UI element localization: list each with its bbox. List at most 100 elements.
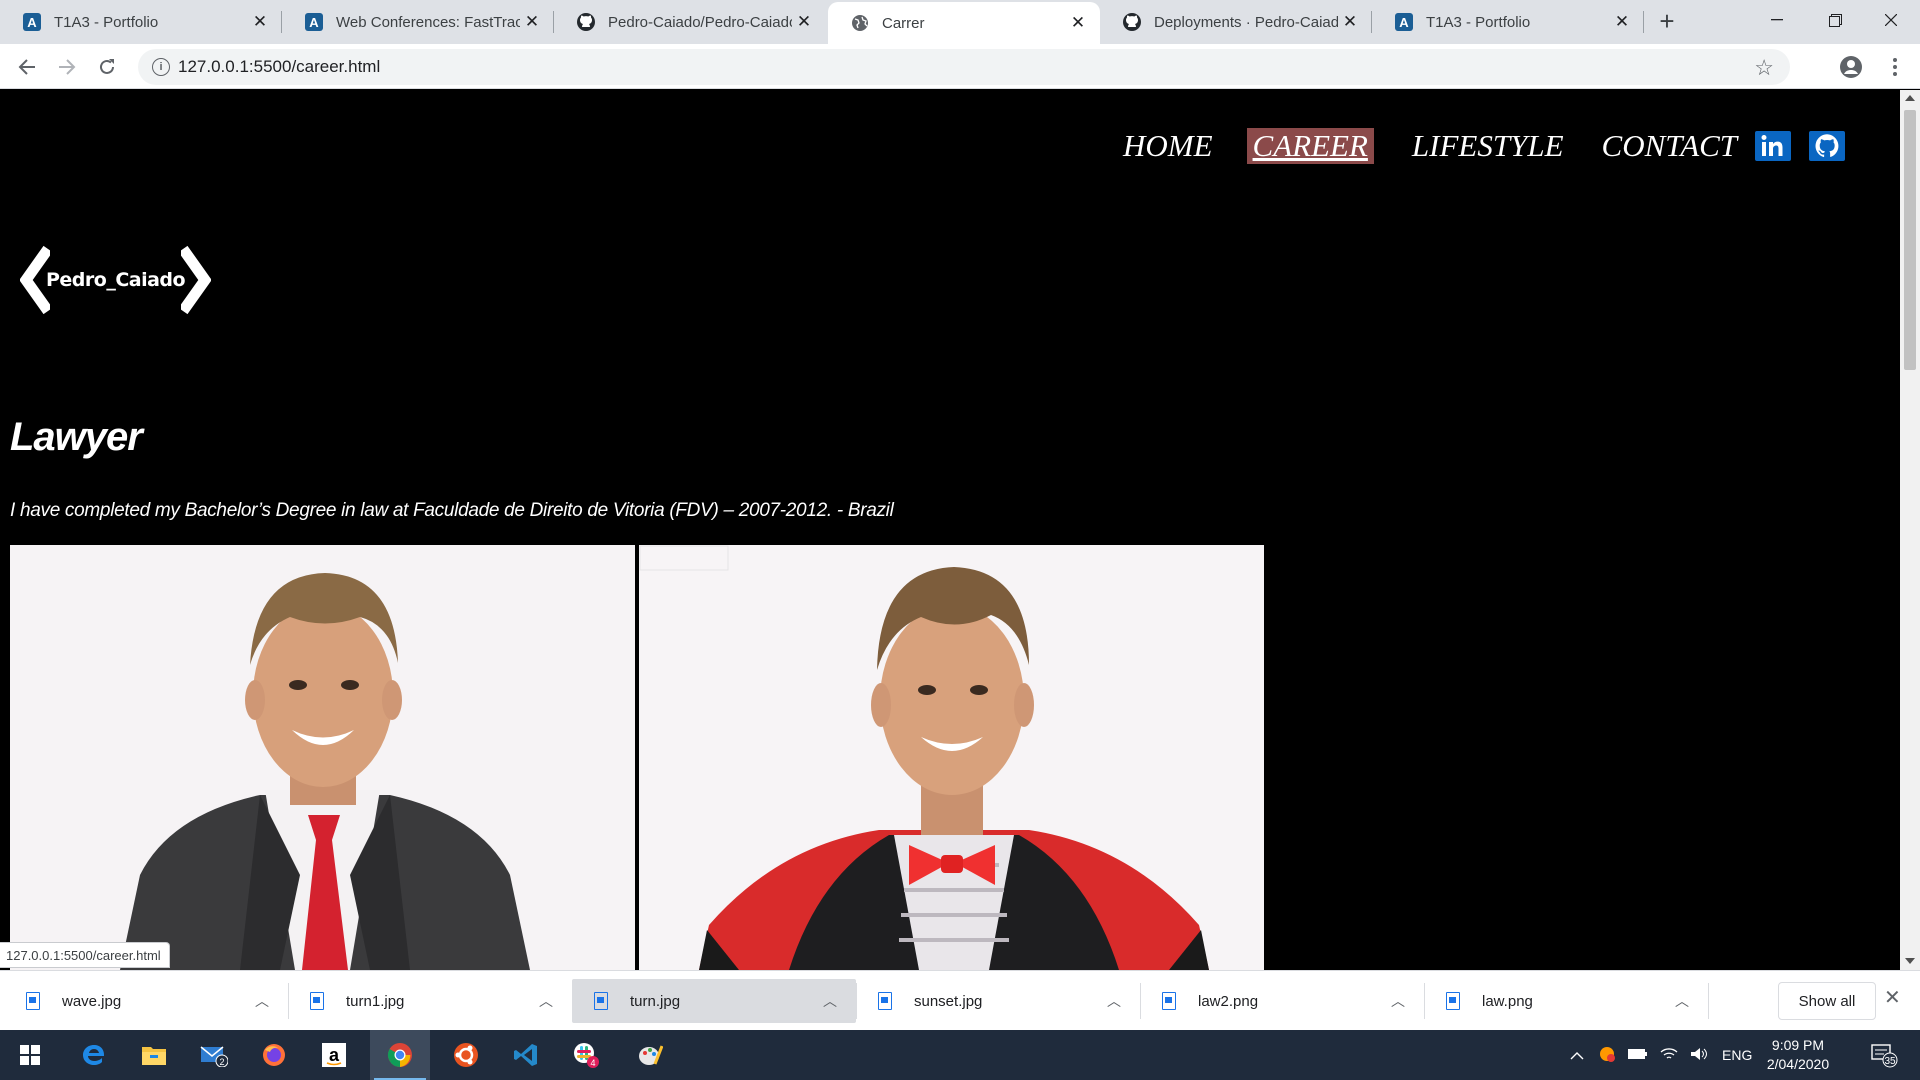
logo-text: Pedro_Caiado	[46, 269, 186, 291]
file-explorer-icon[interactable]	[124, 1030, 184, 1080]
github-favicon-icon	[576, 12, 596, 32]
slack-icon[interactable]: 4	[556, 1030, 616, 1080]
page-viewport: HOME CAREER LIFESTYLE CONTACT Pedro_Caia…	[0, 90, 1900, 970]
tab-web-conferences[interactable]: A Web Conferences: FastTrack ✕	[282, 0, 554, 44]
globe-favicon-icon	[850, 13, 870, 33]
windows-start-icon[interactable]	[0, 1030, 60, 1080]
tab-t1a3-portfolio-2[interactable]: A T1A3 - Portfolio ✕	[1372, 0, 1644, 44]
tab-title: Deployments · Pedro-Caiado	[1154, 13, 1338, 31]
close-download-bar-icon[interactable]: ✕	[1884, 985, 1901, 1010]
bookmark-star-icon[interactable]: ☆	[1754, 55, 1774, 81]
new-tab-plus-icon[interactable]: +	[1652, 8, 1682, 36]
download-filename: law2.png	[1198, 992, 1259, 1010]
scrollbar-thumb[interactable]	[1904, 110, 1916, 370]
profile-avatar-icon[interactable]	[1836, 52, 1866, 82]
info-icon[interactable]: i	[152, 58, 170, 76]
tab-carrer[interactable]: Carrer ✕	[828, 2, 1100, 44]
nav-home-link[interactable]: HOME	[1123, 128, 1213, 164]
reload-icon[interactable]	[92, 52, 122, 82]
scroll-down-icon[interactable]	[1905, 958, 1915, 964]
page-scrollbar[interactable]	[1900, 90, 1920, 970]
browser-toolbar: i 127.0.0.1:5500/career.html ☆	[0, 44, 1920, 89]
download-filename: turn.jpg	[630, 992, 681, 1010]
notifications-icon[interactable]: 35	[1856, 1030, 1912, 1080]
page-heading: Lawyer	[10, 415, 143, 459]
download-filename: sunset.jpg	[914, 992, 983, 1010]
browser-tab-strip: A T1A3 - Portfolio ✕ A Web Conferences: …	[0, 0, 1920, 44]
career-description: I have completed my Bachelor’s Degree in…	[10, 500, 894, 521]
chevron-up-icon[interactable]: ︿	[1102, 991, 1126, 1011]
atom-favicon-icon: A	[1394, 12, 1414, 32]
back-arrow-icon[interactable]	[12, 52, 42, 82]
clock[interactable]: 9:09 PM 2/04/2020	[1758, 1036, 1838, 1074]
tab-separator	[1643, 11, 1644, 33]
download-bar: wave.jpg ︿ turn1.jpg ︿ turn.jpg ︿ sunset…	[0, 970, 1920, 1030]
nav-contact-link[interactable]: CONTACT	[1602, 128, 1738, 164]
mail-icon[interactable]: 2	[184, 1030, 244, 1080]
close-tab-icon[interactable]: ✕	[1066, 13, 1090, 33]
svg-text:A: A	[309, 15, 319, 30]
chevron-up-icon[interactable]: ︿	[1670, 991, 1694, 1011]
github-icon[interactable]	[1809, 131, 1846, 161]
restore-icon[interactable]	[1806, 0, 1864, 40]
github-favicon-icon	[1122, 12, 1142, 32]
wifi-icon[interactable]	[1660, 1047, 1678, 1064]
tab-title: T1A3 - Portfolio	[1426, 13, 1531, 31]
mail-badge: 2	[219, 1057, 224, 1067]
window-close-icon[interactable]	[1862, 0, 1920, 40]
chrome-icon[interactable]	[370, 1030, 430, 1080]
forward-arrow-icon[interactable]	[52, 52, 82, 82]
chevron-up-icon[interactable]: ︿	[1386, 991, 1410, 1011]
vscode-icon[interactable]	[496, 1030, 556, 1080]
show-all-button[interactable]: Show all	[1778, 982, 1876, 1020]
download-item[interactable]: law2.png ︿	[1140, 979, 1424, 1023]
link-status-bubble: 127.0.0.1:5500/career.html	[0, 942, 170, 968]
tab-t1a3-portfolio[interactable]: A T1A3 - Portfolio ✕	[0, 0, 282, 44]
download-item[interactable]: wave.jpg ︿	[4, 979, 288, 1023]
right-chevron-logo-icon	[181, 245, 212, 315]
edge-browser-icon[interactable]	[64, 1030, 124, 1080]
linkedin-icon[interactable]	[1755, 131, 1792, 161]
image-file-icon	[1162, 992, 1176, 1010]
chevron-up-tray-icon[interactable]	[1570, 1047, 1584, 1063]
close-tab-icon[interactable]: ✕	[520, 12, 544, 32]
minimize-icon[interactable]	[1748, 0, 1806, 40]
scroll-up-icon[interactable]	[1905, 95, 1915, 101]
close-tab-icon[interactable]: ✕	[1610, 12, 1634, 32]
tab-title: Web Conferences: FastTrack	[336, 13, 520, 31]
battery-icon[interactable]	[1628, 1047, 1648, 1063]
close-tab-icon[interactable]: ✕	[1338, 12, 1362, 32]
atom-favicon-icon: A	[22, 12, 42, 32]
tab-github-repo[interactable]: Pedro-Caiado/Pedro-Caiado ✕	[554, 0, 826, 44]
download-filename: turn1.jpg	[346, 992, 405, 1010]
site-logo[interactable]: Pedro_Caiado	[20, 245, 212, 315]
lawyer-photo-suit	[10, 545, 635, 970]
download-separator	[1708, 983, 1709, 1019]
firefox-icon[interactable]	[244, 1030, 304, 1080]
system-tray: ENG	[1570, 1030, 1752, 1080]
download-item[interactable]: turn1.jpg ︿	[288, 979, 572, 1023]
amazon-icon[interactable]: a	[304, 1030, 364, 1080]
address-bar[interactable]: i 127.0.0.1:5500/career.html ☆	[138, 49, 1790, 85]
ubuntu-icon[interactable]	[436, 1030, 496, 1080]
tab-title: T1A3 - Portfolio	[54, 13, 159, 31]
slack-badge: 4	[590, 1058, 595, 1068]
volume-icon[interactable]	[1690, 1047, 1708, 1064]
close-tab-icon[interactable]: ✕	[792, 12, 816, 32]
chevron-up-icon[interactable]: ︿	[250, 991, 274, 1011]
nav-lifestyle-link[interactable]: LIFESTYLE	[1412, 128, 1564, 164]
menu-kebab-icon[interactable]	[1880, 52, 1910, 82]
chevron-up-icon[interactable]: ︿	[818, 991, 842, 1011]
download-item-selected[interactable]: turn.jpg ︿	[572, 979, 856, 1023]
language-indicator[interactable]: ENG	[1722, 1047, 1752, 1063]
tab-deployments[interactable]: Deployments · Pedro-Caiado ✕	[1100, 0, 1372, 44]
site-nav: HOME CAREER LIFESTYLE CONTACT	[1085, 128, 1846, 164]
antivirus-icon[interactable]	[1598, 1045, 1616, 1066]
download-item[interactable]: law.png ︿	[1424, 979, 1708, 1023]
paint-icon[interactable]	[620, 1030, 680, 1080]
chevron-up-icon[interactable]: ︿	[534, 991, 558, 1011]
nav-career-link[interactable]: CAREER	[1246, 128, 1374, 164]
clock-date: 2/04/2020	[1766, 1056, 1830, 1072]
download-item[interactable]: sunset.jpg ︿	[856, 979, 1140, 1023]
close-tab-icon[interactable]: ✕	[248, 12, 272, 32]
